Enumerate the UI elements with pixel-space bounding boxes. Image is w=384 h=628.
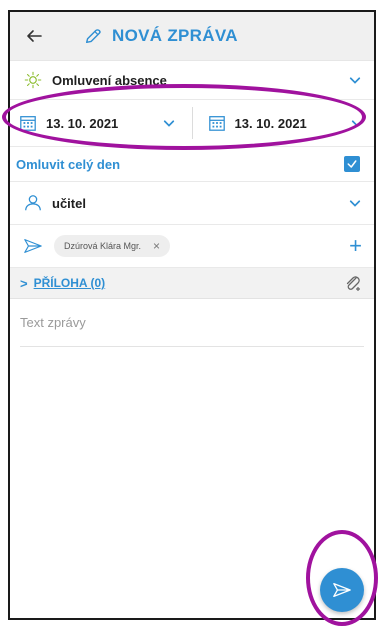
paperclip-icon[interactable] (344, 274, 362, 292)
send-icon (22, 235, 44, 257)
recipient-chip[interactable]: Dzúrová Klára Mgr. × (54, 235, 171, 257)
attachment-toggle[interactable]: > PŘÍLOHA (0) (10, 268, 374, 299)
whole-day-checkbox[interactable] (344, 156, 360, 172)
sun-icon (22, 69, 44, 91)
date-range: 13. 10. 2021 13. 10. 2021 (10, 100, 374, 147)
checkmark-icon (347, 160, 357, 168)
recipient-chip-label: Dzúrová Klára Mgr. (64, 241, 142, 251)
expand-arrow-icon: > (20, 275, 28, 291)
whole-day-row: Omluvit celý den (10, 147, 374, 182)
recipient-type-value: učitel (52, 195, 86, 211)
date-from-picker[interactable]: 13. 10. 2021 (10, 100, 192, 146)
person-icon (22, 192, 44, 214)
calendar-icon (207, 113, 227, 133)
send-button[interactable] (320, 568, 364, 612)
add-recipient-button[interactable]: + (349, 235, 362, 257)
page-title: NOVÁ ZPRÁVA (112, 26, 238, 45)
date-from-value: 13. 10. 2021 (46, 115, 119, 131)
pencil-icon (84, 26, 104, 46)
date-to-picker[interactable]: 13. 10. 2021 (193, 100, 375, 146)
recipients-row: Dzúrová Klára Mgr. × + (10, 225, 374, 268)
chevron-down-icon (348, 196, 362, 210)
reason-value: Omluvení absence (52, 72, 167, 88)
app-frame: NOVÁ ZPRÁVA Omluvení absence 13. 10. 202… (8, 10, 376, 620)
attachment-label: PŘÍLOHA (0) (33, 276, 106, 290)
calendar-icon (18, 113, 38, 133)
chevron-down-icon (350, 116, 364, 130)
send-icon (333, 583, 351, 597)
recipient-type-select[interactable]: učitel (10, 182, 374, 225)
reason-select[interactable]: Omluvení absence (10, 61, 374, 100)
chevron-down-icon (162, 116, 176, 130)
back-arrow-icon (27, 30, 42, 42)
message-placeholder: Text zprávy (20, 315, 86, 330)
chevron-down-icon (348, 73, 362, 87)
date-to-value: 13. 10. 2021 (234, 115, 307, 131)
header-bar: NOVÁ ZPRÁVA (10, 12, 374, 61)
whole-day-label: Omluvit celý den (16, 156, 121, 172)
message-text-field[interactable]: Text zprávy (20, 315, 364, 347)
remove-recipient-button[interactable]: × (153, 239, 160, 253)
back-button[interactable] (14, 27, 54, 45)
